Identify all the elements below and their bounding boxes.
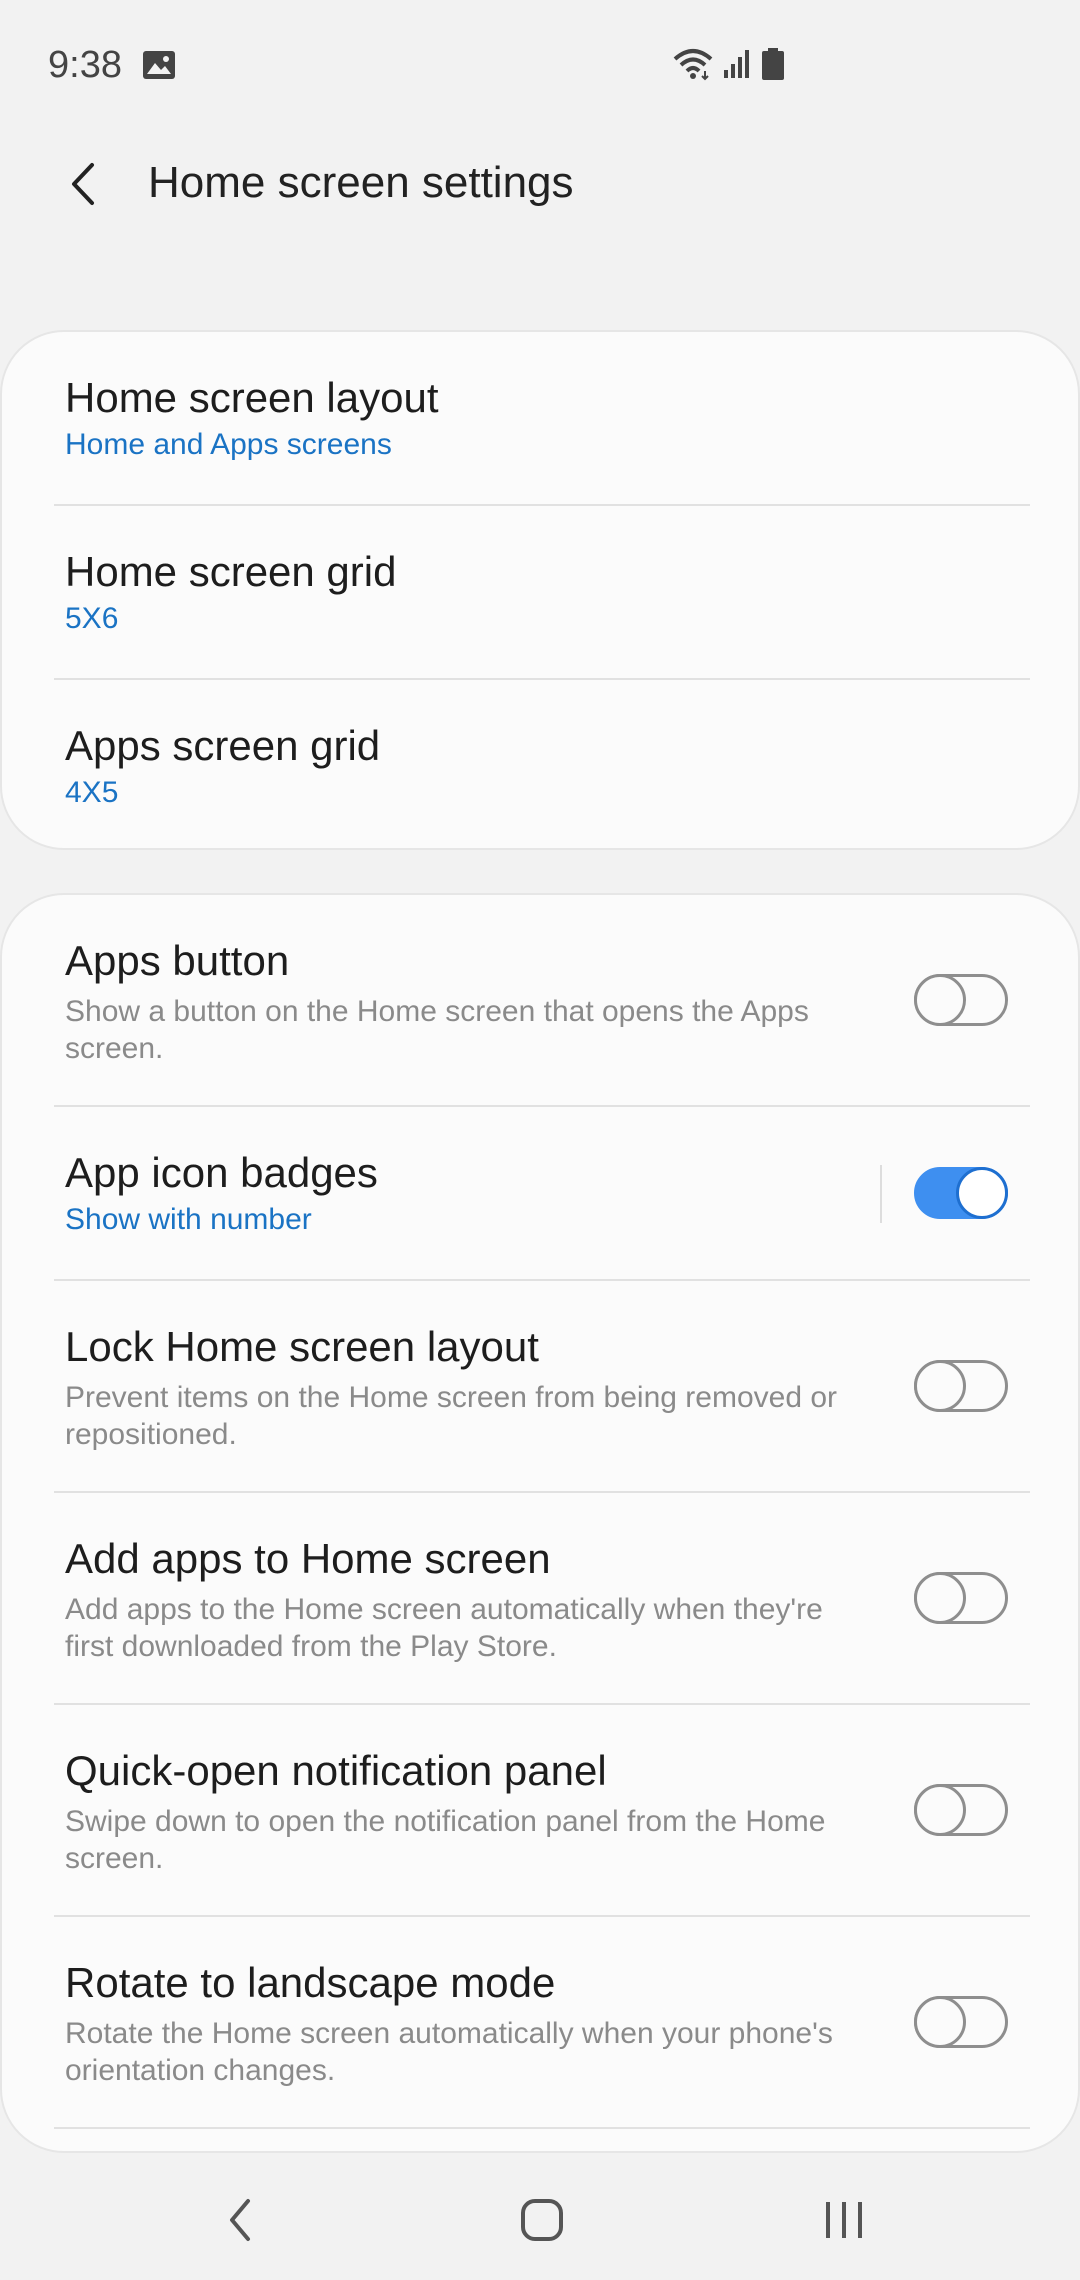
setting-description: Show a button on the Home screen that op… (65, 995, 809, 1065)
setting-title: Home screen layout (65, 374, 439, 421)
setting-apps-screen-grid[interactable]: Apps screen grid 4X5 (2, 680, 1080, 850)
setting-quick-open-notification-panel[interactable]: Quick-open notification panel Swipe down… (2, 1705, 1080, 1915)
rotate-landscape-toggle[interactable] (914, 1996, 1008, 2048)
setting-value: 5X6 (65, 602, 119, 635)
vertical-separator (880, 1165, 882, 1223)
recents-icon (826, 2202, 862, 2238)
status-icons (672, 46, 786, 86)
toggle-knob (914, 1784, 966, 1836)
lock-layout-toggle[interactable] (914, 1360, 1008, 1412)
quick-open-toggle[interactable] (914, 1784, 1008, 1836)
nav-back-button[interactable] (200, 2180, 280, 2260)
status-time: 9:38 (48, 44, 122, 86)
divider (54, 2127, 1030, 2129)
gallery-icon (142, 50, 176, 80)
setting-title: Add apps to Home screen (65, 1535, 551, 1582)
setting-add-apps-to-home-screen[interactable]: Add apps to Home screen Add apps to the … (2, 1493, 1080, 1703)
battery-icon (760, 47, 786, 86)
behavior-settings-card: Apps button Show a button on the Home sc… (0, 893, 1080, 2153)
nav-home-button[interactable] (502, 2180, 582, 2260)
nav-recents-button[interactable] (804, 2180, 884, 2260)
toggle-knob (914, 974, 966, 1026)
wifi-icon (672, 47, 714, 86)
setting-title: Lock Home screen layout (65, 1323, 539, 1370)
setting-description: Rotate the Home screen automatically whe… (65, 2017, 833, 2087)
home-icon (521, 2199, 563, 2241)
app-icon-badges-toggle[interactable] (914, 1167, 1008, 1219)
setting-title: Quick-open notification panel (65, 1747, 607, 1794)
back-icon (230, 2199, 250, 2241)
back-button[interactable] (52, 152, 116, 216)
chevron-left-icon (72, 163, 94, 205)
setting-value: Home and Apps screens (65, 428, 392, 461)
setting-home-screen-grid[interactable]: Home screen grid 5X6 (2, 506, 1080, 678)
setting-app-icon-badges[interactable]: App icon badges Show with number (2, 1107, 1080, 1279)
setting-description: Add apps to the Home screen automaticall… (65, 1593, 823, 1663)
setting-home-screen-layout[interactable]: Home screen layout Home and Apps screens (2, 332, 1080, 504)
setting-title: App icon badges (65, 1149, 378, 1196)
toggle-knob (914, 1996, 966, 2048)
setting-value: 4X5 (65, 776, 119, 809)
setting-title: Home screen grid (65, 548, 397, 595)
navigation-bar (0, 2160, 1080, 2280)
status-bar: 9:38 (0, 0, 1080, 130)
layout-settings-card: Home screen layout Home and Apps screens… (0, 330, 1080, 850)
app-bar: Home screen settings (0, 130, 1080, 240)
setting-rotate-to-landscape-mode[interactable]: Rotate to landscape mode Rotate the Home… (2, 1917, 1080, 2127)
toggle-knob (914, 1360, 966, 1412)
toggle-knob (956, 1167, 1008, 1219)
apps-button-toggle[interactable] (914, 974, 1008, 1026)
page-title: Home screen settings (148, 158, 574, 207)
setting-description: Prevent items on the Home screen from be… (65, 1381, 838, 1451)
setting-title: Apps screen grid (65, 722, 381, 769)
signal-icon (722, 48, 752, 85)
setting-value: Show with number (65, 1203, 312, 1236)
add-apps-toggle[interactable] (914, 1572, 1008, 1624)
setting-lock-home-screen-layout[interactable]: Lock Home screen layout Prevent items on… (2, 1281, 1080, 1491)
setting-apps-button[interactable]: Apps button Show a button on the Home sc… (2, 895, 1080, 1105)
toggle-knob (914, 1572, 966, 1624)
setting-title: Rotate to landscape mode (65, 1959, 556, 2006)
setting-title: Apps button (65, 937, 290, 984)
setting-description: Swipe down to open the notification pane… (65, 1805, 826, 1875)
